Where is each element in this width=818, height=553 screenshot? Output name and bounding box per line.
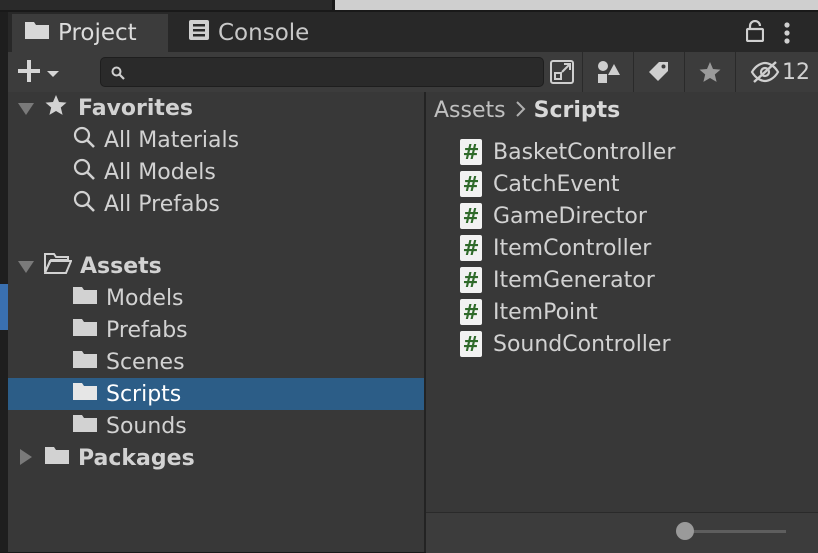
file-item[interactable]: # GameDirector bbox=[460, 200, 647, 232]
hidden-count: 12 bbox=[782, 59, 810, 85]
search-scope-button[interactable] bbox=[544, 52, 580, 92]
file-name: SoundController bbox=[493, 331, 671, 357]
tree-item-prefabs[interactable]: Prefabs bbox=[8, 314, 424, 346]
tab-console[interactable]: Console bbox=[180, 14, 309, 52]
status-bar bbox=[426, 512, 818, 553]
expand-arrow-icon[interactable] bbox=[18, 96, 34, 121]
search-input[interactable] bbox=[100, 57, 544, 87]
file-list: Assets Scripts # BasketController # CatchE… bbox=[426, 92, 818, 512]
zoom-slider-track[interactable] bbox=[682, 530, 786, 533]
open-window-icon bbox=[550, 60, 574, 84]
tree-item-label: Prefabs bbox=[106, 317, 188, 343]
expand-arrow-icon[interactable] bbox=[20, 446, 36, 471]
chevron-right-icon bbox=[515, 98, 526, 123]
file-name: ItemGenerator bbox=[493, 267, 655, 293]
file-name: GameDirector bbox=[493, 203, 647, 229]
file-name: CatchEvent bbox=[493, 171, 620, 197]
tab-project-label: Project bbox=[58, 20, 137, 46]
csharp-script-icon: # bbox=[460, 331, 482, 357]
file-item[interactable]: # SoundController bbox=[460, 328, 671, 360]
folder-tree: Favorites All Materials All Models All P… bbox=[8, 92, 424, 552]
file-item[interactable]: # CatchEvent bbox=[460, 168, 620, 200]
tree-item-label: Scenes bbox=[106, 349, 185, 375]
tree-item-label: Sounds bbox=[106, 413, 187, 439]
search-icon bbox=[72, 157, 96, 187]
file-item[interactable]: # BasketController bbox=[460, 136, 675, 168]
file-item[interactable]: # ItemController bbox=[460, 232, 651, 264]
folder-icon bbox=[72, 317, 98, 343]
tree-packages-label: Packages bbox=[78, 445, 195, 471]
tree-item-label: All Materials bbox=[104, 127, 240, 153]
csharp-script-icon: # bbox=[460, 235, 482, 261]
search-icon bbox=[111, 66, 125, 80]
tree-item-scripts[interactable]: Scripts bbox=[8, 378, 424, 410]
filter-by-label-button[interactable] bbox=[633, 52, 684, 92]
file-item[interactable]: # ItemGenerator bbox=[460, 264, 655, 296]
folder-icon bbox=[24, 20, 50, 46]
tree-assets-label: Assets bbox=[80, 253, 162, 279]
open-folder-icon bbox=[43, 252, 73, 280]
file-item[interactable]: # ItemPoint bbox=[460, 296, 598, 328]
file-name: ItemController bbox=[493, 235, 652, 261]
tree-item-label: Scripts bbox=[106, 381, 182, 407]
tree-item-all-prefabs[interactable]: All Prefabs bbox=[8, 188, 424, 220]
expand-arrow-icon[interactable] bbox=[18, 254, 34, 279]
plus-icon bbox=[16, 58, 42, 88]
tree-favorites-label: Favorites bbox=[78, 95, 193, 121]
csharp-script-icon: # bbox=[460, 267, 482, 293]
chevron-down-icon bbox=[46, 64, 60, 83]
breadcrumb-current[interactable]: Scripts bbox=[534, 98, 621, 123]
tab-bar: Project Console bbox=[8, 12, 818, 52]
zoom-slider-handle[interactable] bbox=[676, 522, 694, 540]
tree-item-label: Models bbox=[106, 285, 184, 311]
filter-by-type-button[interactable] bbox=[582, 52, 633, 92]
csharp-script-icon: # bbox=[460, 139, 482, 165]
file-name: ItemPoint bbox=[493, 299, 598, 325]
search-icon bbox=[72, 125, 96, 155]
csharp-script-icon: # bbox=[460, 203, 482, 229]
star-icon bbox=[44, 94, 68, 122]
tree-item-all-models[interactable]: All Models bbox=[8, 156, 424, 188]
tree-packages[interactable]: Packages bbox=[8, 442, 424, 474]
breadcrumb-root[interactable]: Assets bbox=[434, 98, 506, 123]
more-options-icon[interactable] bbox=[784, 22, 790, 48]
tree-item-label: All Prefabs bbox=[104, 191, 220, 217]
hidden-packages-button[interactable]: 12 bbox=[735, 52, 818, 92]
tree-item-label: All Models bbox=[104, 159, 216, 185]
left-strip bbox=[0, 12, 8, 552]
folder-icon bbox=[72, 285, 98, 311]
create-button[interactable] bbox=[16, 58, 60, 88]
csharp-script-icon: # bbox=[460, 171, 482, 197]
project-toolbar: 12 bbox=[8, 52, 818, 93]
eye-slash-icon bbox=[750, 61, 780, 83]
console-icon bbox=[188, 19, 210, 47]
tag-icon bbox=[649, 62, 668, 81]
scene-view-edge bbox=[335, 0, 818, 10]
search-icon bbox=[72, 189, 96, 219]
lock-icon[interactable] bbox=[745, 19, 765, 46]
tree-item-all-materials[interactable]: All Materials bbox=[8, 124, 424, 156]
left-strip-blue bbox=[0, 284, 8, 330]
tree-item-models[interactable]: Models bbox=[8, 282, 424, 314]
breadcrumb: Assets Scripts bbox=[434, 98, 620, 123]
favorites-button[interactable] bbox=[684, 52, 735, 92]
shapes-icon bbox=[598, 61, 620, 83]
folder-icon bbox=[72, 349, 98, 375]
tab-project[interactable]: Project bbox=[12, 14, 168, 52]
folder-icon bbox=[72, 413, 98, 439]
tab-console-label: Console bbox=[218, 20, 310, 46]
tree-favorites[interactable]: Favorites bbox=[8, 92, 424, 124]
folder-icon bbox=[44, 445, 70, 471]
tree-assets[interactable]: Assets bbox=[8, 250, 424, 282]
tree-item-sounds[interactable]: Sounds bbox=[8, 410, 424, 442]
folder-icon bbox=[72, 381, 98, 407]
top-strip bbox=[0, 0, 818, 12]
star-icon bbox=[699, 62, 721, 82]
file-name: BasketController bbox=[493, 139, 676, 165]
tree-item-scenes[interactable]: Scenes bbox=[8, 346, 424, 378]
top-strip-dark bbox=[0, 0, 332, 10]
csharp-script-icon: # bbox=[460, 299, 482, 325]
